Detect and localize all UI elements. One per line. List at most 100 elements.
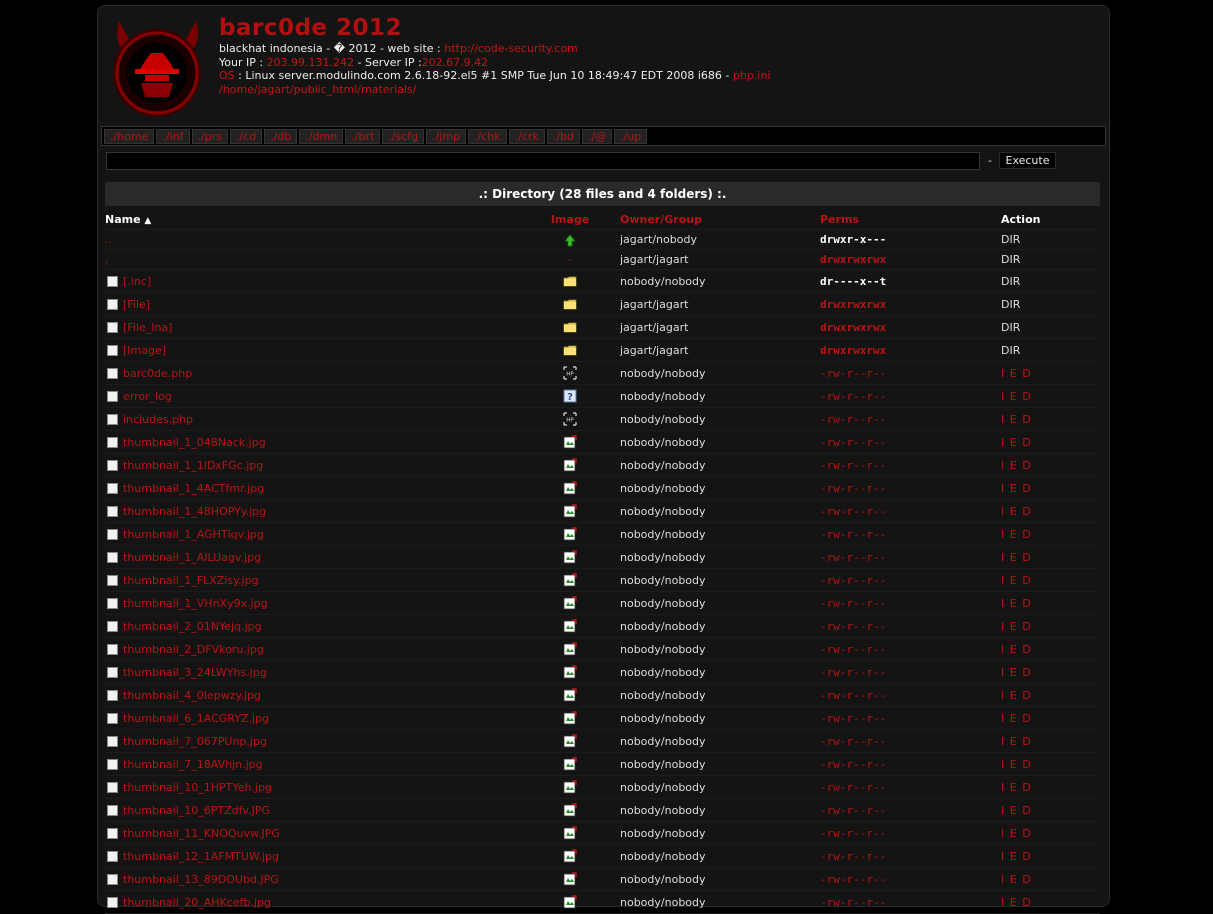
row-perms-link[interactable]: -rw-r--r-- — [820, 712, 886, 725]
row-checkbox[interactable] — [107, 827, 118, 839]
nav-crk[interactable]: ./crk — [508, 129, 545, 144]
row-checkbox[interactable] — [107, 896, 118, 908]
file-name-link[interactable]: barc0de.php — [123, 367, 192, 380]
row-perms-link[interactable]: -rw-r--r-- — [820, 367, 886, 380]
row-checkbox[interactable] — [107, 528, 118, 540]
row-checkbox[interactable] — [107, 275, 118, 287]
row-perms-link[interactable]: drwxrwxrwx — [820, 298, 886, 311]
row-perms-link[interactable]: -rw-r--r-- — [820, 689, 886, 702]
row-checkbox[interactable] — [107, 597, 118, 609]
file-name-link[interactable]: thumbnail_1_AGHTlqv.jpg — [123, 528, 264, 541]
file-name-link[interactable]: thumbnail_7_067PUnp.jpg — [123, 735, 267, 748]
row-perms-link[interactable]: -rw-r--r-- — [820, 436, 886, 449]
row-checkbox[interactable] — [107, 781, 118, 793]
row-checkbox[interactable] — [107, 459, 118, 471]
file-name-link[interactable]: thumbnail_10_1HPTYeh.jpg — [123, 781, 272, 794]
row-checkbox[interactable] — [107, 735, 118, 747]
row-action-links[interactable]: I E D — [1001, 896, 1032, 909]
execute-button[interactable]: Execute — [999, 152, 1056, 169]
row-perms-link[interactable]: -rw-r--r-- — [820, 551, 886, 564]
row-perms-link[interactable]: -rw-r--r-- — [820, 528, 886, 541]
row-perms-link[interactable]: drwxrwxrwx — [820, 321, 886, 334]
row-action-links[interactable]: I E D — [1001, 436, 1032, 449]
row-perms-link[interactable]: -rw-r--r-- — [820, 459, 886, 472]
row-checkbox[interactable] — [107, 321, 118, 333]
row-perms-link[interactable]: -rw-r--r-- — [820, 758, 886, 771]
file-name-link[interactable]: thumbnail_10_6PTZdfv.JPG — [123, 804, 270, 817]
row-perms-link[interactable]: -rw-r--r-- — [820, 620, 886, 633]
file-name-link[interactable]: thumbnail_4_0Iepwzy.jpg — [123, 689, 261, 702]
row-perms-link[interactable]: -rw-r--r-- — [820, 482, 886, 495]
row-perms-link[interactable]: -rw-r--r-- — [820, 827, 886, 840]
file-name-link[interactable]: [Image] — [123, 344, 166, 357]
file-name-link[interactable]: thumbnail_1_AILUagv.jpg — [123, 551, 261, 564]
row-checkbox[interactable] — [107, 643, 118, 655]
nav-cd[interactable]: ./cd — [229, 129, 263, 144]
row-checkbox[interactable] — [107, 666, 118, 678]
col-owner[interactable]: Owner/Group — [620, 209, 820, 230]
row-checkbox[interactable] — [107, 758, 118, 770]
nav-brt[interactable]: ./brt — [345, 129, 381, 144]
row-action-links[interactable]: I E D — [1001, 574, 1032, 587]
col-image[interactable]: Image — [520, 209, 620, 230]
row-checkbox[interactable] — [107, 574, 118, 586]
row-checkbox[interactable] — [107, 390, 118, 402]
row-action-links[interactable]: I E D — [1001, 413, 1032, 426]
file-name-link[interactable]: thumbnail_13_89DOUbd.JPG — [123, 873, 279, 886]
row-perms-link[interactable]: dr----x--t — [820, 275, 886, 288]
file-name-link[interactable]: thumbnail_7_18AVhjn.jpg — [123, 758, 263, 771]
nav-prs[interactable]: ./prs — [191, 129, 228, 144]
nav-at[interactable]: ./@ — [582, 129, 613, 144]
row-perms-link[interactable]: -rw-r--r-- — [820, 850, 886, 863]
file-name-link[interactable]: includes.php — [123, 413, 193, 426]
file-name-link[interactable]: [File_Ina] — [123, 321, 172, 334]
file-name-link[interactable]: .. — [105, 233, 112, 246]
row-action-links[interactable]: I E D — [1001, 643, 1032, 656]
file-name-link[interactable]: thumbnail_12_1AFMTUW.jpg — [123, 850, 279, 863]
file-name-link[interactable]: thumbnail_1_4ACTfmr.jpg — [123, 482, 264, 495]
row-perms-link[interactable]: drwxr-x--- — [820, 233, 886, 246]
row-action-links[interactable]: I E D — [1001, 597, 1032, 610]
row-checkbox[interactable] — [107, 482, 118, 494]
command-input[interactable] — [106, 152, 980, 170]
nav-jmp[interactable]: ./jmp — [426, 129, 467, 144]
row-action-links[interactable]: I E D — [1001, 551, 1032, 564]
file-name-link[interactable]: thumbnail_2_DFVkoru.jpg — [123, 643, 264, 656]
phpini-link[interactable]: php.ini — [733, 69, 771, 82]
file-name-link[interactable]: thumbnail_11_KNOQuvw.JPG — [123, 827, 280, 840]
row-perms-link[interactable]: drwxrwxrwx — [820, 344, 886, 357]
row-perms-link[interactable]: -rw-r--r-- — [820, 597, 886, 610]
file-name-link[interactable]: thumbnail_3_24LWYhs.jpg — [123, 666, 267, 679]
file-name-link[interactable]: thumbnail_1_48HOPYy.jpg — [123, 505, 266, 518]
nav-db[interactable]: ./db — [264, 129, 298, 144]
row-perms-link[interactable]: -rw-r--r-- — [820, 666, 886, 679]
row-checkbox[interactable] — [107, 873, 118, 885]
row-checkbox[interactable] — [107, 620, 118, 632]
file-name-link[interactable]: thumbnail_2_01NYejq.jpg — [123, 620, 262, 633]
row-action-links[interactable]: I E D — [1001, 758, 1032, 771]
row-checkbox[interactable] — [107, 344, 118, 356]
row-perms-link[interactable]: -rw-r--r-- — [820, 574, 886, 587]
row-checkbox[interactable] — [107, 505, 118, 517]
row-checkbox[interactable] — [107, 367, 118, 379]
file-name-link[interactable]: [.inc] — [123, 275, 151, 288]
col-perms[interactable]: Perms — [820, 209, 1001, 230]
row-perms-link[interactable]: -rw-r--r-- — [820, 643, 886, 656]
file-name-link[interactable]: . — [105, 253, 109, 266]
row-action-links[interactable]: I E D — [1001, 873, 1032, 886]
row-checkbox[interactable] — [107, 804, 118, 816]
row-perms-link[interactable]: drwxrwxrwx — [820, 253, 886, 266]
nav-bd[interactable]: ./bd — [546, 129, 580, 144]
row-action-links[interactable]: I E D — [1001, 712, 1032, 725]
row-action-links[interactable]: I E D — [1001, 781, 1032, 794]
file-name-link[interactable]: [File] — [123, 298, 150, 311]
file-name-link[interactable]: thumbnail_1_1lDxFGc.jpg — [123, 459, 263, 472]
row-perms-link[interactable]: -rw-r--r-- — [820, 390, 886, 403]
website-link[interactable]: http://code-security.com — [444, 42, 578, 55]
file-name-link[interactable]: thumbnail_1_FLXZisy.jpg — [123, 574, 259, 587]
row-action-links[interactable]: I E D — [1001, 528, 1032, 541]
nav-scfg[interactable]: ./scfg — [382, 129, 425, 144]
file-name-link[interactable]: thumbnail_6_1ACGRYZ.jpg — [123, 712, 269, 725]
row-action-links[interactable]: I E D — [1001, 735, 1032, 748]
row-checkbox[interactable] — [107, 712, 118, 724]
